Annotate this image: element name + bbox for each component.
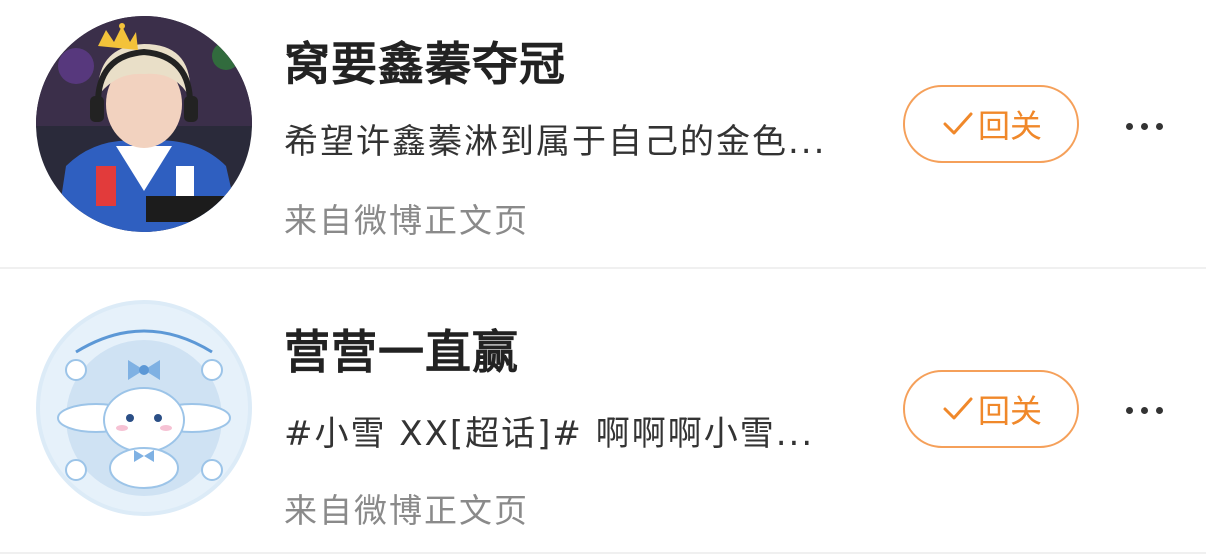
user-name[interactable]: 窝要鑫蓁夺冠 [284,28,566,94]
follow-back-button[interactable]: 回关 [903,85,1079,163]
divider [0,267,1206,269]
check-icon [940,391,976,427]
follow-back-label: 回关 [977,392,1042,430]
follow-back-label: 回关 [977,107,1042,145]
source-label: 来自微博正文页 [284,491,529,530]
more-button[interactable] [1118,390,1170,430]
avatar[interactable] [36,300,252,516]
source-label: 来自微博正文页 [284,201,529,240]
more-icon [1125,406,1163,414]
check-icon [940,106,976,142]
more-button[interactable] [1118,106,1170,146]
list-item[interactable]: 营营一直赢 #小雪 XX[超话]# 啊啊啊小雪... 来自微博正文页 回关 [0,286,1206,560]
list-item[interactable]: 窝要鑫蓁夺冠 希望许鑫蓁淋到属于自己的金色... 来自微博正文页 回关 [0,0,1206,266]
divider [0,552,1206,554]
follow-back-button[interactable]: 回关 [903,370,1079,448]
post-snippet[interactable]: 希望许鑫蓁淋到属于自己的金色... [284,114,826,163]
user-name[interactable]: 营营一直赢 [284,316,519,382]
avatar-cinnamoroll-icon [36,300,252,516]
avatar[interactable] [36,16,252,232]
avatar-photo-gamer-icon [36,16,252,232]
more-icon [1125,122,1163,130]
post-snippet[interactable]: #小雪 XX[超话]# 啊啊啊小雪... [284,406,814,455]
follower-list: 窝要鑫蓁夺冠 希望许鑫蓁淋到属于自己的金色... 来自微博正文页 回关 营营一直… [0,0,1206,560]
